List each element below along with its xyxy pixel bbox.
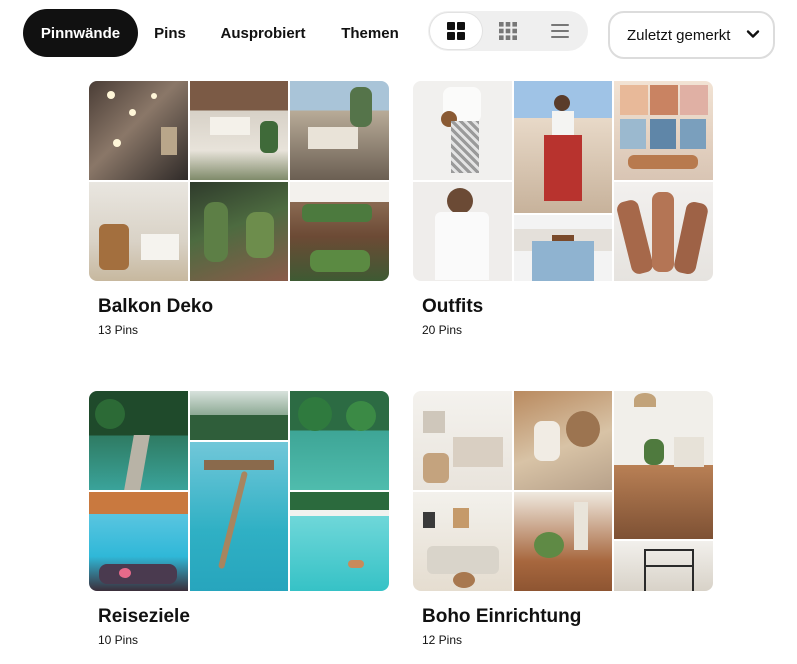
pin-thumbnail <box>514 391 612 490</box>
pin-thumbnail <box>89 492 188 591</box>
board-card[interactable]: Boho Einrichtung 12 Pins <box>413 391 713 647</box>
grid-large-button[interactable] <box>430 13 482 49</box>
grid-compact-icon <box>499 22 517 40</box>
board-pin-count: 13 Pins <box>98 323 139 337</box>
grid-compact-button[interactable] <box>482 13 534 49</box>
pin-thumbnail <box>614 541 713 591</box>
board-cover-collage <box>413 81 713 281</box>
board-card[interactable]: Outfits 20 Pins <box>413 81 713 337</box>
pin-thumbnail <box>190 182 288 281</box>
board-title: Boho Einrichtung <box>422 606 582 627</box>
list-icon <box>551 24 569 38</box>
pin-thumbnail <box>413 81 512 180</box>
pin-thumbnail <box>614 182 713 281</box>
list-button[interactable] <box>534 13 586 49</box>
board-pin-count: 10 Pins <box>98 633 139 647</box>
pin-thumbnail <box>413 182 512 281</box>
board-cover-collage <box>413 391 713 591</box>
grid-large-icon <box>447 22 465 40</box>
board-cover-collage <box>89 391 389 591</box>
pin-thumbnail <box>413 391 512 490</box>
board-card[interactable]: Balkon Deko 13 Pins <box>89 81 389 337</box>
pin-thumbnail <box>614 81 713 180</box>
pin-thumbnail <box>290 391 389 490</box>
board-title: Reiseziele <box>98 606 190 627</box>
pin-thumbnail <box>514 215 612 281</box>
tab-pinnwaende[interactable]: Pinnwände <box>23 9 138 57</box>
tab-themen[interactable]: Themen <box>328 9 412 57</box>
pin-thumbnail <box>190 391 288 440</box>
pin-thumbnail <box>89 81 188 180</box>
pin-thumbnail <box>290 182 389 281</box>
board-pin-count: 20 Pins <box>422 323 463 337</box>
tab-pins[interactable]: Pins <box>142 9 198 57</box>
chevron-down-icon <box>746 30 760 38</box>
sort-dropdown[interactable]: Zuletzt gemerkt <box>608 11 775 59</box>
board-navigation: Pinnwände Pins Ausprobiert Themen Zuletz… <box>0 0 797 66</box>
pin-thumbnail <box>190 81 288 180</box>
pin-thumbnail <box>190 442 288 591</box>
view-toggle <box>428 11 588 51</box>
board-card[interactable]: Reiseziele 10 Pins <box>89 391 389 647</box>
board-cover-collage <box>89 81 389 281</box>
board-pin-count: 12 Pins <box>422 633 463 647</box>
board-title: Outfits <box>422 296 484 317</box>
pin-thumbnail <box>614 391 713 539</box>
pin-thumbnail <box>290 492 389 591</box>
pin-thumbnail <box>514 492 612 591</box>
pin-thumbnail <box>413 492 512 591</box>
tab-ausprobiert[interactable]: Ausprobiert <box>204 9 322 57</box>
pin-thumbnail <box>290 81 389 180</box>
pin-thumbnail <box>514 81 612 213</box>
sort-label: Zuletzt gemerkt <box>627 26 731 44</box>
pin-thumbnail <box>89 391 188 490</box>
board-title: Balkon Deko <box>98 296 214 317</box>
pin-thumbnail <box>89 182 188 281</box>
